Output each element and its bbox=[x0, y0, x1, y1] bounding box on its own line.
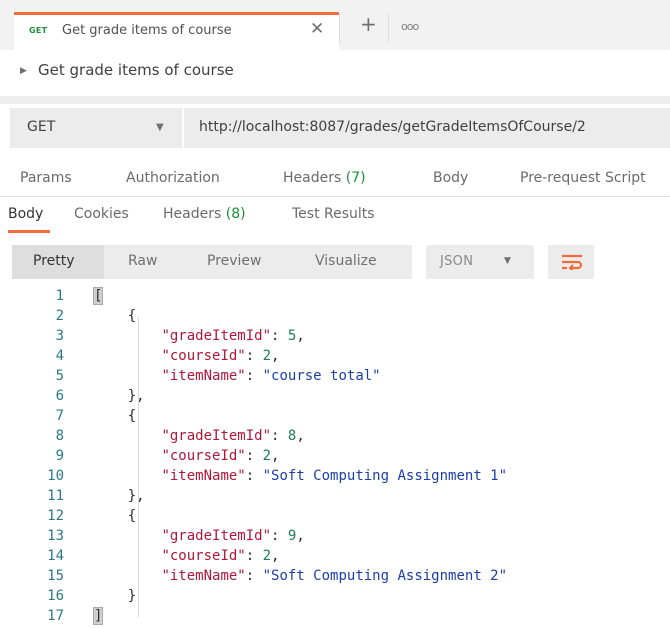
tab-method-badge: GET bbox=[29, 26, 48, 35]
tab-body[interactable]: Body bbox=[433, 170, 468, 186]
code-line: 4 "courseId": 2, bbox=[0, 348, 670, 368]
code-line: 15 "itemName": "Soft Computing Assignmen… bbox=[0, 568, 670, 588]
format-select[interactable]: JSON ▼ bbox=[426, 245, 534, 279]
tab-cookies[interactable]: Cookies bbox=[74, 206, 129, 222]
line-number: 5 bbox=[55, 368, 64, 384]
code-line: 3 "gradeItemId": 5, bbox=[0, 328, 670, 348]
line-number: 17 bbox=[47, 608, 64, 624]
code-line: 9 "courseId": 2, bbox=[0, 448, 670, 468]
code-text: "itemName": "course total" bbox=[161, 368, 381, 384]
line-number: 15 bbox=[47, 568, 64, 584]
header-count-badge: (7) bbox=[345, 170, 366, 186]
more-tabs-icon[interactable]: ooo bbox=[401, 20, 419, 33]
code-text: "itemName": "Soft Computing Assignment 2… bbox=[161, 568, 508, 584]
line-number: 3 bbox=[55, 328, 64, 344]
line-number: 9 bbox=[55, 448, 64, 464]
line-number: 4 bbox=[55, 348, 64, 364]
line-number: 6 bbox=[55, 388, 64, 404]
line-number: 12 bbox=[47, 508, 64, 524]
tab-label: Headers bbox=[283, 170, 342, 186]
header-count-badge: (8) bbox=[225, 206, 246, 222]
view-raw-button[interactable]: Raw bbox=[128, 253, 157, 269]
code-text: { bbox=[127, 508, 137, 524]
code-line: 10 "itemName": "Soft Computing Assignmen… bbox=[0, 468, 670, 488]
code-line: 11 }, bbox=[0, 488, 670, 508]
code-line: 17] bbox=[0, 607, 670, 628]
request-name[interactable]: Get grade items of course bbox=[38, 61, 234, 79]
code-text: { bbox=[127, 408, 137, 424]
code-text: "courseId": 2, bbox=[161, 348, 280, 364]
code-text: } bbox=[127, 588, 137, 604]
code-text: }, bbox=[127, 388, 145, 404]
expand-caret-icon[interactable]: ▶ bbox=[20, 66, 27, 76]
divider bbox=[0, 196, 670, 197]
line-number: 2 bbox=[55, 308, 64, 324]
line-number: 10 bbox=[47, 468, 64, 484]
code-line: 12 { bbox=[0, 508, 670, 528]
tab-params[interactable]: Params bbox=[20, 170, 72, 186]
wrap-lines-button[interactable] bbox=[548, 245, 594, 279]
code-text: { bbox=[127, 308, 137, 324]
tab-title: Get grade items of course bbox=[62, 23, 232, 38]
code-text: }, bbox=[127, 488, 145, 504]
active-tab-indicator bbox=[8, 230, 50, 233]
method-select[interactable]: GET ▼ bbox=[10, 108, 182, 148]
tab-authorization[interactable]: Authorization bbox=[126, 170, 220, 186]
chevron-down-icon: ▼ bbox=[156, 122, 164, 133]
code-text: "itemName": "Soft Computing Assignment 1… bbox=[161, 468, 508, 484]
view-visualize-button[interactable]: Visualize bbox=[315, 253, 377, 269]
line-number: 14 bbox=[47, 548, 64, 564]
chevron-down-icon: ▼ bbox=[504, 256, 511, 266]
url-input[interactable]: http://localhost:8087/grades/getGradeIte… bbox=[184, 108, 670, 148]
new-tab-icon[interactable]: + bbox=[360, 14, 377, 34]
code-line: 13 "gradeItemId": 9, bbox=[0, 528, 670, 548]
tab-request-headers[interactable]: Headers (7) bbox=[283, 170, 366, 186]
code-line: 7 { bbox=[0, 408, 670, 428]
code-text: "courseId": 2, bbox=[161, 448, 280, 464]
response-body-viewer[interactable]: 1[2 {3 "gradeItemId": 5, 4 "courseId": 2,… bbox=[0, 287, 670, 625]
code-line: 5 "itemName": "course total" bbox=[0, 368, 670, 388]
code-line: 1[ bbox=[0, 287, 670, 308]
tab-response-body[interactable]: Body bbox=[8, 206, 43, 222]
divider bbox=[0, 96, 670, 104]
line-number: 1 bbox=[55, 288, 64, 304]
method-label: GET bbox=[27, 119, 56, 135]
line-number: 7 bbox=[55, 408, 64, 424]
line-number: 13 bbox=[47, 528, 64, 544]
line-number: 11 bbox=[47, 488, 64, 504]
code-text: ] bbox=[92, 607, 104, 625]
code-text: "gradeItemId": 8, bbox=[161, 428, 305, 444]
code-line: 8 "gradeItemId": 8, bbox=[0, 428, 670, 448]
code-text: "gradeItemId": 9, bbox=[161, 528, 305, 544]
tab-label: Headers bbox=[163, 206, 222, 222]
code-line: 16 } bbox=[0, 588, 670, 608]
request-name-row: ▶ Get grade items of course bbox=[0, 50, 670, 96]
code-line: 6 }, bbox=[0, 388, 670, 408]
line-number: 16 bbox=[47, 588, 64, 604]
view-pretty-button[interactable]: Pretty bbox=[33, 253, 75, 269]
format-label: JSON bbox=[440, 254, 474, 269]
tab-response-headers[interactable]: Headers (8) bbox=[163, 206, 246, 222]
wrap-lines-icon bbox=[562, 254, 583, 270]
code-line: 2 { bbox=[0, 308, 670, 328]
tab-strip: GET Get grade items of course ✕ + ooo bbox=[0, 0, 670, 50]
code-text: [ bbox=[92, 287, 104, 305]
tab-divider bbox=[339, 14, 340, 42]
tab-test-results[interactable]: Test Results bbox=[292, 206, 375, 222]
view-mode-group: Pretty Raw Preview Visualize bbox=[12, 245, 412, 279]
view-preview-button[interactable]: Preview bbox=[207, 253, 262, 269]
close-icon[interactable]: ✕ bbox=[310, 19, 324, 39]
tab-pre-request-script[interactable]: Pre-request Script bbox=[520, 170, 646, 186]
line-number: 8 bbox=[55, 428, 64, 444]
request-tab[interactable]: GET Get grade items of course ✕ bbox=[14, 12, 339, 50]
code-text: "courseId": 2, bbox=[161, 548, 280, 564]
code-line: 14 "courseId": 2, bbox=[0, 548, 670, 568]
tab-divider bbox=[388, 14, 389, 42]
url-text: http://localhost:8087/grades/getGradeIte… bbox=[199, 119, 586, 135]
code-text: "gradeItemId": 5, bbox=[161, 328, 305, 344]
